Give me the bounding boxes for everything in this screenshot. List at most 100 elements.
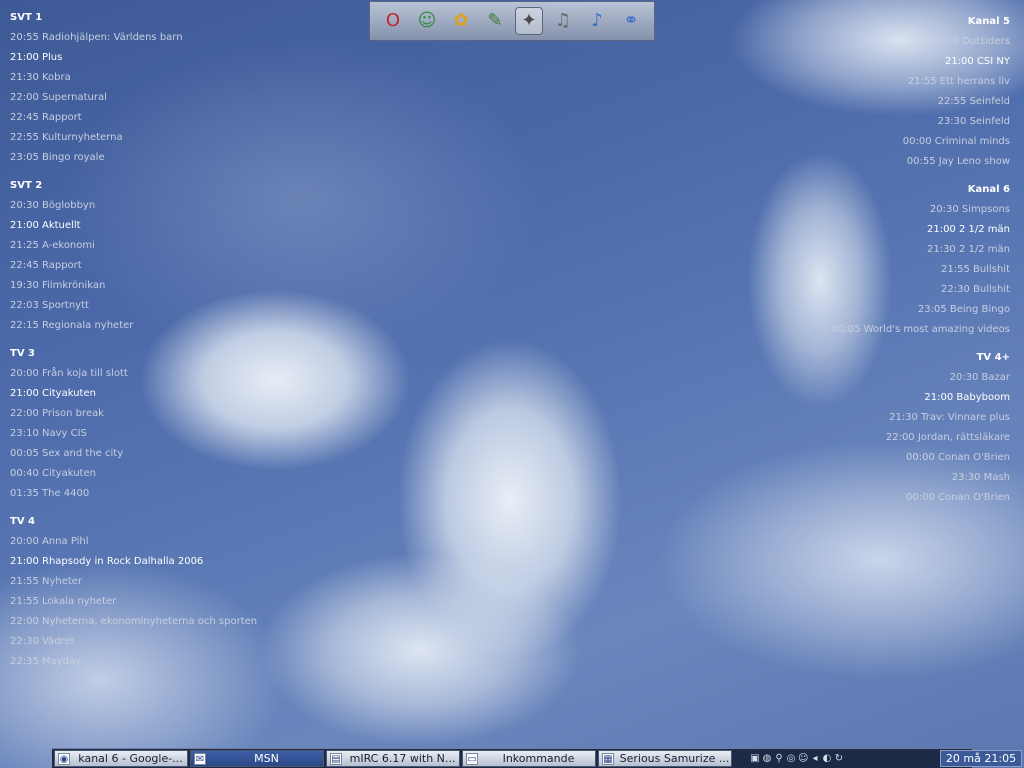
show-listing: 23:30 Seinfeld <box>937 116 1010 127</box>
volume-icon[interactable]: ◂ <box>810 753 820 765</box>
channel-name: Kanal 6 <box>967 184 1010 195</box>
update-icon[interactable]: ↻ <box>834 753 844 765</box>
mirc-icon: ▤ <box>330 752 342 765</box>
show-listing: 22:45 Rapport <box>10 260 82 271</box>
channel-kanal-5: Kanal 5 20:00 Outsiders 21:00 CSI NY 21:55 … <box>750 15 1010 175</box>
taskbar-button-label: Serious Samurize ... <box>619 752 730 765</box>
taskbar-buttons: ◉ kanal 6 - Google-... ✉ MSN ▤ mIRC 6.17 with… <box>52 750 732 767</box>
rhythm-icon[interactable]: ♫ <box>549 7 577 35</box>
channel-name: SVT 1 <box>10 12 43 23</box>
taskbar-button-label: Inkommande <box>502 752 575 765</box>
opera-icon[interactable]: O <box>379 7 407 35</box>
msn-icon[interactable]: ☺ <box>413 7 441 35</box>
shield-icon[interactable]: ◐ <box>822 753 832 765</box>
channel-kanal-6: Kanal 6 20:30 Simpsons 21:00 2 1/2 män 21:3… <box>750 183 1010 343</box>
channel-name: SVT 2 <box>10 180 43 191</box>
printer-icon[interactable]: ▣ <box>750 753 760 765</box>
channel-tv-4: TV 4 20:00 Anna Pihl 21:00 Rhapsody in Roc… <box>10 515 270 675</box>
browser-icon: ◉ <box>58 752 70 765</box>
show-listing: 22:30 Bullshit <box>941 284 1010 295</box>
show-listing: 23:05 Being Bingo <box>917 304 1010 315</box>
show-listing: 23:05 Bingo royale <box>10 152 105 163</box>
show-listing: 21:55 Nyheter <box>10 576 83 587</box>
show-listing: 22:15 Regionala nyheter <box>10 320 134 331</box>
channel-name: Kanal 5 <box>967 16 1010 27</box>
show-listing: 22:00 Jordan, rättsläkare <box>885 432 1010 443</box>
taskbar-button-label: mIRC 6.17 with N... <box>349 752 456 765</box>
current-show: 21:00 Plus <box>10 52 63 63</box>
show-listing: 00:05 Sex and the city <box>10 448 124 459</box>
show-listing: 23:30 Mash <box>951 472 1010 483</box>
show-listing: 21:30 Kobra <box>10 72 71 83</box>
show-listing: 22:00 Nyheterna, ekonominyheterna och sp… <box>10 616 258 627</box>
show-listing: 01:35 The 4400 <box>10 488 90 499</box>
current-show: 21:00 Cityakuten <box>10 388 96 399</box>
show-listing: 21:30 Trav: Vinnare plus <box>889 412 1010 423</box>
show-listing: 00:00 Criminal minds <box>902 136 1010 147</box>
show-listing: 22:30 Vädret <box>10 636 75 647</box>
channel-name: TV 3 <box>10 348 35 359</box>
show-listing: 00:00 Conan O'Brien <box>906 492 1010 503</box>
show-listing: 21:55 Bullshit <box>941 264 1010 275</box>
show-listing: 22:35 Mayday <box>10 656 82 667</box>
show-listing: 22:00 Prison break <box>10 408 104 419</box>
show-listing: 20:00 Anna Pihl <box>10 536 89 547</box>
taskbar-button-inkommande[interactable]: ▭ Inkommande <box>462 750 596 767</box>
show-listing: 00:05 World's most amazing videos <box>831 324 1010 335</box>
show-listing: 22:00 Supernatural <box>10 92 107 103</box>
show-listing: 20:30 Simpsons <box>929 204 1010 215</box>
taskbar-button-msn[interactable]: ✉ MSN <box>190 750 324 767</box>
taskbar-button-serious-samurize[interactable]: ▦ Serious Samurize ... <box>598 750 732 767</box>
usb-icon[interactable]: ⚲ <box>774 753 784 765</box>
channel-tv-3: TV 3 20:00 Från koja till slott 21:00 City… <box>10 347 270 507</box>
show-listing: 21:25 A-ekonomi <box>10 240 95 251</box>
taskbar-button-kanal-6-google[interactable]: ◉ kanal 6 - Google-... <box>54 750 188 767</box>
show-listing: 22:55 Kulturnyheterna <box>10 132 123 143</box>
current-show: 21:00 CSI NY <box>944 56 1010 67</box>
channel-svt-1: SVT 1 20:55 Radiohjälpen: Världens barn 21… <box>10 11 270 171</box>
show-listing: 20:00 Outsiders <box>930 36 1010 47</box>
current-show: 21:00 Babyboom <box>924 392 1010 403</box>
link-icon[interactable]: ⚭ <box>617 7 645 35</box>
show-listing: 00:00 Conan O'Brien <box>906 452 1010 463</box>
show-listing: 21:30 2 1/2 män <box>926 244 1010 255</box>
show-listing: 20:55 Radiohjälpen: Världens barn <box>10 32 183 43</box>
antivirus-icon[interactable]: ◎ <box>786 753 796 765</box>
show-listing: 21:55 Ett herrans liv <box>907 76 1010 87</box>
foobar-icon[interactable]: ✦ <box>515 7 543 35</box>
taskbar-button-label: MSN <box>254 752 279 765</box>
show-listing: 00:55 Jay Leno show <box>906 156 1010 167</box>
current-show: 21:00 Aktuellt <box>10 220 81 231</box>
messenger-icon[interactable]: ☺ <box>798 753 808 765</box>
show-listing: 20:30 Böglobbyn <box>10 200 96 211</box>
msn-task-icon: ✉ <box>194 752 206 765</box>
channel-name: TV 4 <box>10 516 35 527</box>
show-listing: 22:45 Rapport <box>10 112 82 123</box>
channel-svt-2: SVT 2 20:30 Böglobbyn 21:00 Aktuellt 21:25 … <box>10 179 270 339</box>
network-icon[interactable]: ◍ <box>762 753 772 765</box>
show-listing: 23:10 Navy CIS <box>10 428 87 439</box>
show-listing: 20:30 Bazar <box>949 372 1010 383</box>
folder-icon: ▭ <box>466 752 478 765</box>
current-show: 21:00 Rhapsody in Rock Dalhalla 2006 <box>10 556 204 567</box>
show-listing: 22:55 Seinfeld <box>937 96 1010 107</box>
tv-guide-right: Kanal 5 20:00 Outsiders 21:00 CSI NY 21:55 … <box>750 15 1010 519</box>
paint-brush-icon[interactable]: ✎ <box>481 7 509 35</box>
current-show: 21:00 2 1/2 män <box>926 224 1010 235</box>
taskbar-button-label: kanal 6 - Google-... <box>78 752 183 765</box>
taskbar-button-mirc-6-17-with-n[interactable]: ▤ mIRC 6.17 with N... <box>326 750 460 767</box>
show-listing: 00:40 Cityakuten <box>10 468 96 479</box>
taskbar-clock[interactable]: 20 må 21:05 <box>940 750 1022 767</box>
channel-tv-4: TV 4+ 20:30 Bazar 21:00 Babyboom 21:30 Trav… <box>750 351 1010 511</box>
samurize-icon: ▦ <box>602 752 614 765</box>
show-listing: 19:30 Filmkrönikan <box>10 280 106 291</box>
show-listing: 21:55 Lokala nyheter <box>10 596 117 607</box>
show-listing: 22:03 Sportnytt <box>10 300 89 311</box>
tv-guide-left: SVT 1 20:55 Radiohjälpen: Världens barn 21… <box>10 11 270 683</box>
quick-launch-toolbar: O ☺ ✿ ✎ ✦ ♫ ♪ ⚭ <box>369 1 655 41</box>
channel-name: TV 4+ <box>976 352 1010 363</box>
taskbar: ◉ kanal 6 - Google-... ✉ MSN ▤ mIRC 6.17 with… <box>52 748 1022 768</box>
itunes-icon[interactable]: ♪ <box>583 7 611 35</box>
show-listing: 20:00 Från koja till slott <box>10 368 128 379</box>
fl-studio-icon[interactable]: ✿ <box>447 7 475 35</box>
